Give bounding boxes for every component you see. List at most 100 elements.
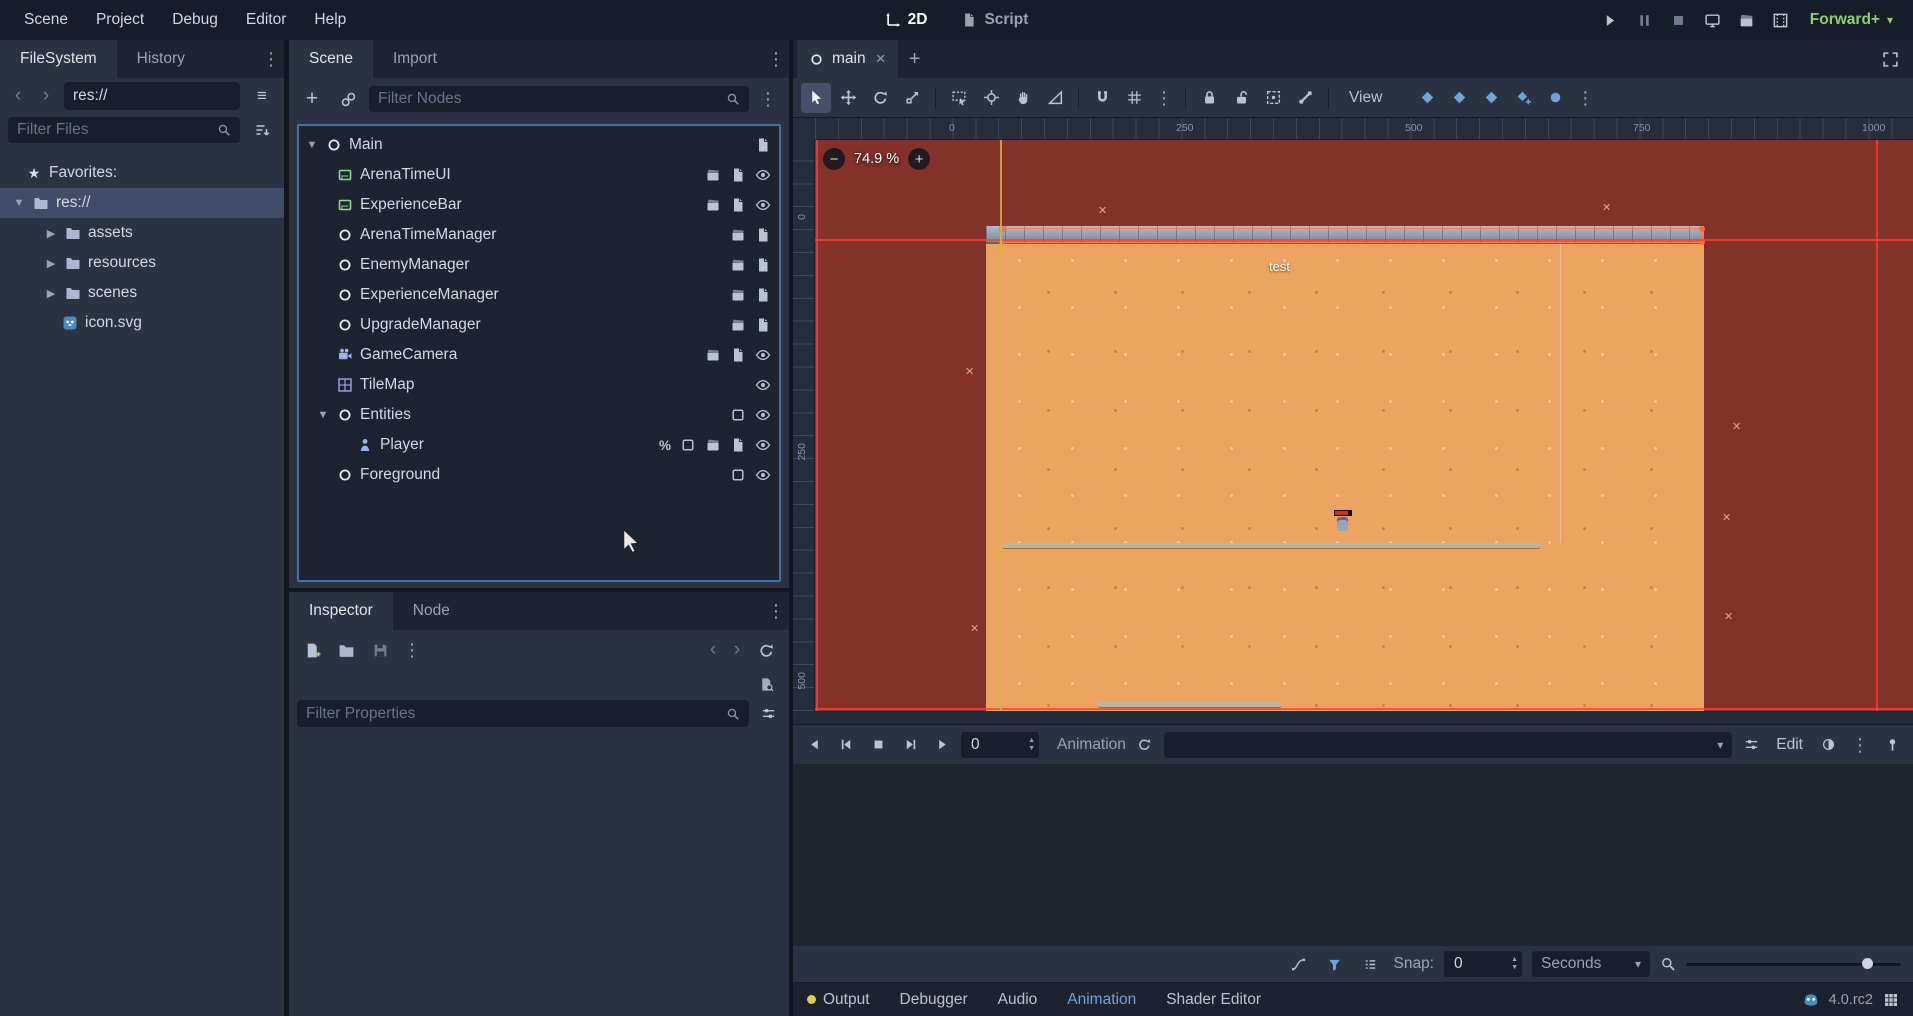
unlock-node-button[interactable] [1226, 83, 1256, 113]
dock-options-icon[interactable]: ⋮ [763, 602, 789, 620]
scene-tab-main[interactable]: main × [797, 40, 898, 78]
bezier-curves-toggle[interactable] [1285, 951, 1311, 977]
open-scene-icon[interactable] [705, 167, 721, 183]
pivot-tool-button[interactable] [976, 83, 1006, 113]
open-scene-icon[interactable] [705, 197, 721, 213]
animation-menu-button[interactable]: Animation [1057, 736, 1126, 754]
play-scene-button[interactable] [1698, 5, 1728, 35]
menu-scene[interactable]: Scene [10, 0, 82, 40]
collapse-arrow-icon[interactable]: ▼ [12, 197, 26, 209]
panel-audio[interactable]: Audio [998, 991, 1038, 1009]
zoom-level[interactable]: 74.9 % [854, 151, 899, 167]
scene-node-upgrademanager[interactable]: UpgradeManager [299, 310, 779, 340]
history-back-icon[interactable]: ‹ [703, 639, 723, 661]
menu-editor[interactable]: Editor [232, 0, 301, 40]
open-scene-icon[interactable] [705, 347, 721, 363]
group-node-button[interactable] [1258, 83, 1288, 113]
play-custom-scene-button[interactable] [1732, 5, 1762, 35]
renderer-select[interactable]: Forward+ ▾ [1800, 11, 1903, 29]
movie-maker-button[interactable] [1766, 5, 1796, 35]
canvas[interactable]: test ✕ ✕ ✕ ✕ ✕ ✕ ✕ − 74.9 % + [815, 140, 1913, 711]
collapse-arrow-icon[interactable]: ▼ [316, 409, 330, 421]
open-docs-icon[interactable] [753, 671, 779, 697]
visibility-eye-icon[interactable] [755, 437, 771, 453]
script-icon[interactable] [730, 437, 746, 453]
tab-history[interactable]: History [117, 40, 205, 78]
scene-node-tilemap[interactable]: TileMap [299, 370, 779, 400]
scene-node-entities[interactable]: ▼ Entities [299, 400, 779, 430]
update-spinner-icon[interactable] [1883, 992, 1899, 1008]
play-backwards-from-end-button[interactable] [833, 732, 859, 758]
menu-help[interactable]: Help [300, 0, 360, 40]
history-menu-icon[interactable] [751, 635, 781, 665]
move-tool-button[interactable] [833, 83, 863, 113]
panel-animation[interactable]: Animation [1067, 991, 1136, 1009]
stop-button[interactable] [1664, 5, 1694, 35]
play-button[interactable] [1596, 5, 1626, 35]
tab-node[interactable]: Node [393, 592, 470, 630]
script-icon[interactable] [730, 167, 746, 183]
scene-node-player[interactable]: Player % [299, 430, 779, 460]
select-tool-button[interactable] [801, 82, 831, 113]
panel-output[interactable]: Output [807, 991, 870, 1009]
visibility-eye-icon[interactable] [755, 167, 771, 183]
tree-item-scenes[interactable]: ▶ scenes [0, 278, 284, 308]
animation-select-value[interactable] [1172, 735, 1711, 754]
nav-back-icon[interactable]: ‹ [8, 85, 28, 107]
filter-nodes-field[interactable] [369, 86, 749, 112]
scene-node-experiencemanager[interactable]: ExperienceManager [299, 280, 779, 310]
rotate-tool-button[interactable] [865, 83, 895, 113]
key-scale-toggle[interactable] [1476, 83, 1506, 113]
play-backwards-button[interactable] [801, 732, 827, 758]
smart-snap-toggle[interactable] [1087, 83, 1117, 113]
group-children-icon[interactable] [730, 407, 746, 423]
scene-node-main[interactable]: ▼ Main [299, 130, 779, 160]
track-list-icon[interactable] [1357, 951, 1383, 977]
open-scene-icon[interactable] [705, 437, 721, 453]
skeleton-options-button[interactable] [1290, 83, 1320, 113]
open-scene-icon[interactable] [730, 317, 746, 333]
group-children-icon[interactable] [680, 437, 696, 453]
pin-panel-icon[interactable] [1879, 732, 1905, 758]
expand-arrow-icon[interactable]: ▶ [44, 287, 58, 300]
pause-button[interactable] [1630, 5, 1660, 35]
visibility-eye-icon[interactable] [755, 407, 771, 423]
unique-name-icon[interactable]: % [659, 438, 671, 453]
expand-arrow-icon[interactable]: ▶ [44, 227, 58, 240]
tree-item-assets[interactable]: ▶ assets [0, 218, 284, 248]
onion-skinning-toggle[interactable] [1815, 732, 1841, 758]
scene-node-enemymanager[interactable]: EnemyManager [299, 250, 779, 280]
animation-timeline[interactable] [793, 764, 1913, 946]
new-scene-tab-button[interactable]: + [898, 40, 932, 78]
tree-item-favorites[interactable]: ★ Favorites: [0, 158, 284, 188]
dock-options-icon[interactable]: ⋮ [258, 50, 284, 68]
dock-options-icon[interactable]: ⋮ [763, 50, 789, 68]
collapse-arrow-icon[interactable]: ▼ [305, 139, 319, 151]
play-animation-button[interactable] [929, 732, 955, 758]
nav-forward-icon[interactable]: › [36, 85, 56, 107]
insert-key-button[interactable] [1508, 83, 1538, 113]
group-children-icon[interactable] [730, 467, 746, 483]
script-icon[interactable] [755, 317, 771, 333]
grid-snap-toggle[interactable] [1119, 83, 1149, 113]
scene-node-gamecamera[interactable]: GameCamera [299, 340, 779, 370]
filter-files-input[interactable] [17, 121, 210, 139]
script-icon[interactable] [755, 137, 771, 153]
zoom-out-button[interactable]: − [823, 148, 845, 170]
edit-menu-button[interactable]: Edit [1770, 736, 1809, 754]
snap-unit-select[interactable]: Seconds ▾ [1532, 951, 1650, 977]
key-position-toggle[interactable] [1412, 83, 1442, 113]
workspace-tab-script[interactable]: Script [949, 0, 1040, 40]
snap-input[interactable] [1454, 955, 1512, 973]
open-scene-icon[interactable] [730, 227, 746, 243]
animation-options-icon[interactable]: ⋮ [1572, 89, 1598, 107]
tab-import[interactable]: Import [373, 40, 457, 78]
tree-item-res[interactable]: ▼ res:// [0, 188, 284, 218]
filter-nodes-input[interactable] [378, 90, 719, 108]
spinbox-arrows-icon[interactable]: ▲ ▼ [1028, 737, 1035, 752]
scene-node-arenatimeui[interactable]: ArenaTimeUI [299, 160, 779, 190]
lock-node-button[interactable] [1194, 83, 1224, 113]
add-node-button[interactable]: + [297, 84, 327, 114]
script-icon[interactable] [755, 257, 771, 273]
sort-files-icon[interactable] [248, 116, 276, 144]
